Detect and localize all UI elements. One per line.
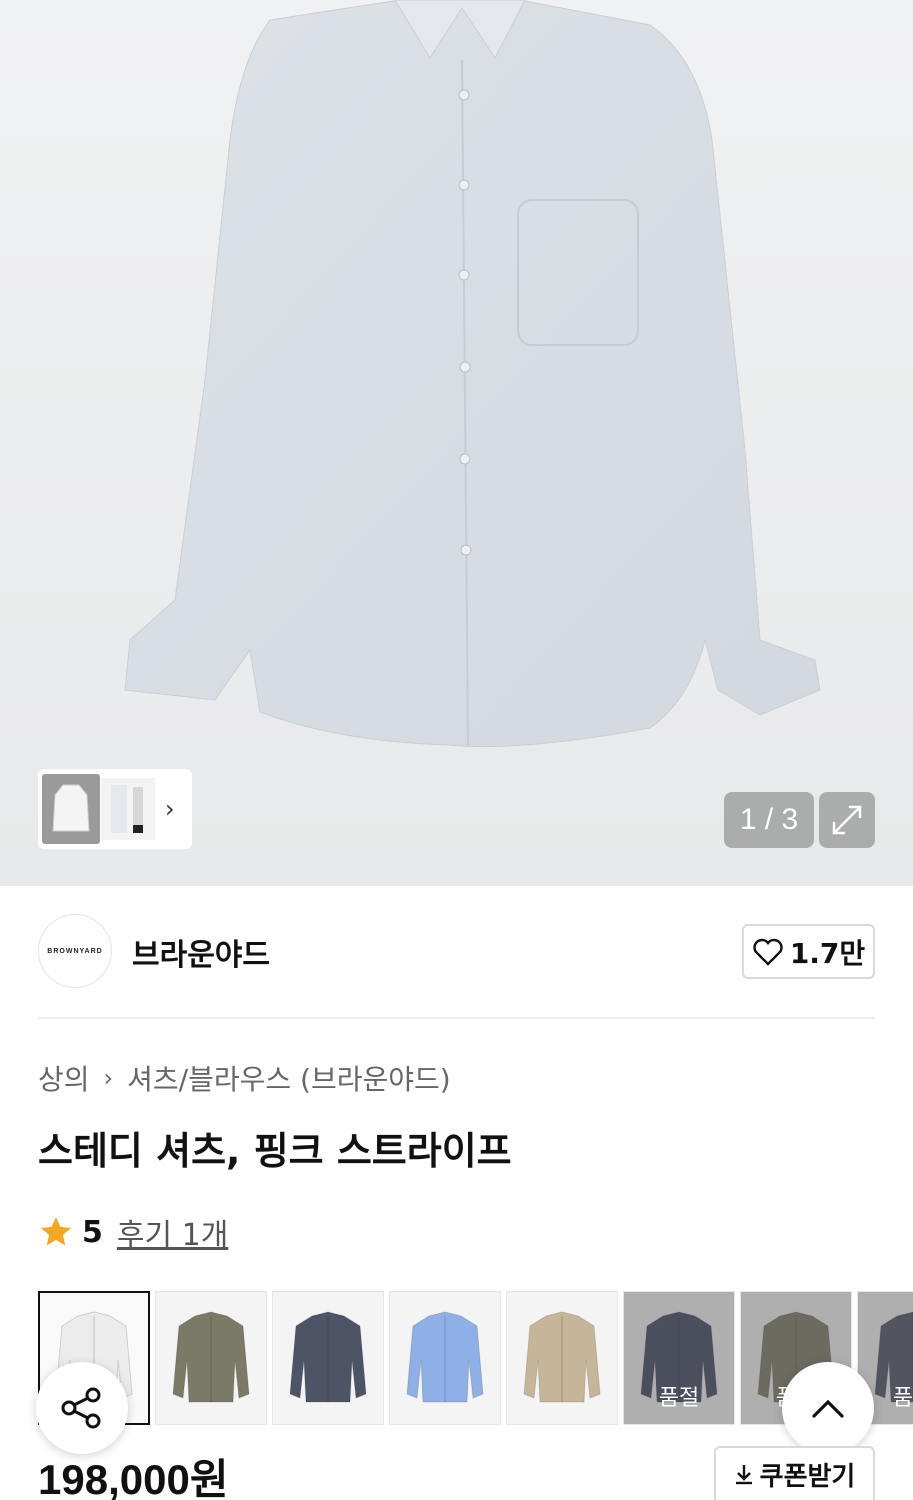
breadcrumb-level2[interactable]: 셔츠/블라우스 (브라운야드) (127, 1058, 451, 1098)
thumbnail-2[interactable] (101, 778, 155, 840)
shirt-thumbnail (406, 1311, 484, 1403)
expand-icon[interactable] (819, 792, 875, 848)
color-swatch[interactable] (506, 1291, 618, 1425)
chevron-right-icon: › (103, 1064, 114, 1092)
breadcrumb: 상의 › 셔츠/블라우스 (브라운야드) (38, 1058, 451, 1098)
chevron-right-icon[interactable]: › (165, 795, 175, 823)
share-icon (61, 1387, 101, 1429)
brand-logo[interactable]: BROWNYARD (38, 914, 112, 988)
download-icon (735, 1465, 752, 1485)
shirt-thumbnail (172, 1311, 250, 1403)
color-swatch[interactable] (155, 1291, 267, 1425)
like-button[interactable]: 1.7만 (742, 924, 875, 979)
sold-out-label: 품절 (624, 1292, 734, 1424)
shirt-thumbnail (289, 1311, 367, 1403)
color-swatch[interactable] (272, 1291, 384, 1425)
breadcrumb-level1[interactable]: 상의 (38, 1058, 90, 1098)
product-price: 198,000원 (38, 1456, 229, 1500)
product-title: 스테디 셔츠, 핑크 스트라이프 (38, 1129, 512, 1173)
star-icon (41, 1217, 71, 1246)
heart-icon (753, 938, 783, 966)
thumbnail-1[interactable] (42, 774, 100, 844)
brand-logo-text: BROWNYARD (47, 947, 103, 955)
scroll-top-button[interactable] (782, 1362, 874, 1454)
color-swatch[interactable] (389, 1291, 501, 1425)
coupon-button[interactable]: 쿠폰받기 (714, 1446, 875, 1500)
share-button[interactable] (36, 1362, 128, 1454)
rating-score: 5 (82, 1214, 103, 1250)
color-swatch[interactable]: 품절 (623, 1291, 735, 1425)
shirt-thumbnail (523, 1311, 601, 1403)
rating: 5 후기 1개 (38, 1210, 228, 1254)
chevron-up-icon (812, 1399, 844, 1418)
brand-name[interactable]: 브라운야드 (132, 930, 270, 974)
like-count: 1.7만 (789, 936, 866, 970)
image-counter: 1 / 3 (724, 792, 814, 848)
product-image-gallery[interactable]: › 1 / 3 (0, 0, 913, 886)
image-thumbnail-strip[interactable]: › (38, 769, 192, 849)
review-link[interactable]: 후기 1개 (117, 1210, 228, 1254)
divider (38, 1017, 875, 1019)
coupon-label: 쿠폰받기 (759, 1461, 856, 1492)
product-photo (124, 0, 821, 748)
